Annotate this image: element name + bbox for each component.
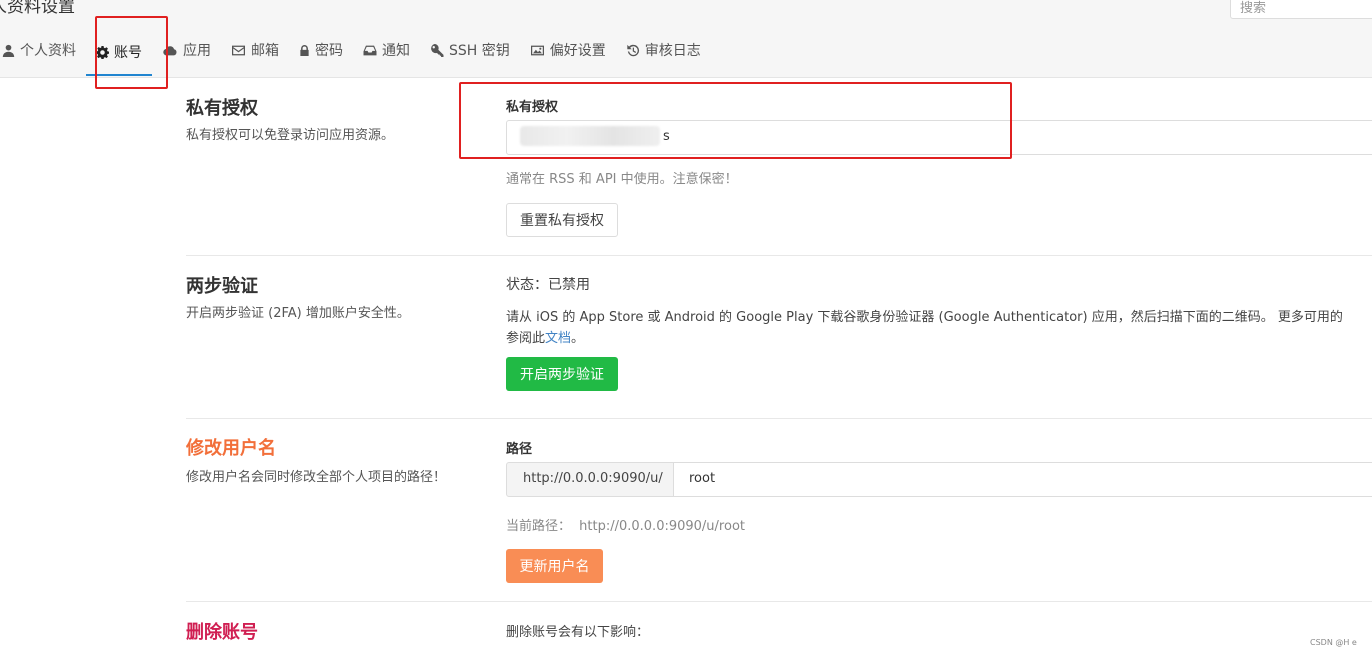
two-factor-docs-line: 参阅此文档。: [506, 327, 584, 346]
tab-label: 邮箱: [251, 43, 279, 59]
two-factor-title: 两步验证: [186, 276, 258, 297]
tab-label: SSH 密钥: [449, 43, 510, 59]
section-divider: [186, 255, 1372, 256]
two-factor-instructions: 请从 iOS 的 App Store 或 Android 的 Google Pl…: [506, 310, 1343, 325]
change-username-description: 修改用户名会同时修改全部个人项目的路径！: [186, 470, 447, 485]
search-input[interactable]: 搜索: [1230, 0, 1372, 19]
section-divider: [186, 601, 1372, 602]
private-token-label: 私有授权: [506, 100, 559, 115]
watermark: CSDN @H e: [1310, 638, 1357, 647]
current-path-value: http://0.0.0.0:9090/u/root: [579, 519, 745, 534]
redacted-token: [520, 126, 660, 146]
tab-audit-log[interactable]: 审核日志: [616, 30, 711, 70]
tab-label: 个人资料: [20, 43, 76, 59]
key-icon: [431, 43, 444, 57]
url-prefix: http://0.0.0.0:9090/u/: [506, 462, 674, 497]
tab-label: 密码: [315, 43, 343, 59]
reset-private-token-button[interactable]: 重置私有授权: [506, 203, 618, 237]
tab-applications[interactable]: 应用: [152, 30, 221, 70]
tab-account[interactable]: 账号: [86, 30, 152, 76]
image-icon: [530, 45, 544, 55]
envelope-icon: [232, 45, 245, 55]
cloud-icon: [163, 45, 177, 55]
docs-link[interactable]: 文档: [545, 331, 571, 346]
lock-icon: [300, 44, 309, 56]
tab-label: 应用: [183, 43, 211, 59]
section-divider: [186, 418, 1372, 419]
history-icon: [627, 44, 639, 56]
change-username-title: 修改用户名: [186, 438, 276, 459]
tab-emails[interactable]: 邮箱: [221, 30, 289, 70]
tab-label: 通知: [382, 43, 410, 59]
settings-tabs: 个人资料 账号 应用 邮箱 密码 通知 SSH 密钥 偏好设置 审核日志: [0, 30, 711, 78]
page-title: 人资料设置: [0, 0, 75, 17]
delete-account-impact: 删除账号会有以下影响：: [506, 625, 650, 640]
current-path: 当前路径： http://0.0.0.0:9090/u/root: [506, 515, 745, 534]
current-path-label: 当前路径：: [506, 519, 572, 534]
tab-label: 偏好设置: [549, 43, 606, 59]
tab-label: 账号: [114, 45, 142, 61]
docs-prefix: 参阅此: [506, 331, 546, 346]
tab-notifications[interactable]: 通知: [353, 30, 420, 70]
enable-two-factor-button[interactable]: 开启两步验证: [506, 357, 618, 391]
tab-ssh-keys[interactable]: SSH 密钥: [420, 30, 520, 70]
delete-account-title: 删除账号: [186, 622, 258, 643]
two-factor-status: 状态：已禁用: [506, 277, 590, 293]
settings-header: 人资料设置 搜索 个人资料 账号 应用 邮箱 密码 通知 SSH 密钥: [0, 0, 1372, 78]
username-input[interactable]: root: [673, 462, 1372, 497]
inbox-icon: [363, 45, 377, 55]
gear-icon: [96, 45, 109, 59]
path-label: 路径: [506, 442, 533, 457]
docs-suffix: 。: [571, 331, 585, 346]
private-token-description: 私有授权可以免登录访问应用资源。: [186, 128, 395, 143]
private-token-value-suffix: s: [663, 129, 670, 144]
tab-preferences[interactable]: 偏好设置: [520, 30, 616, 70]
tab-profile[interactable]: 个人资料: [0, 30, 86, 70]
private-token-title: 私有授权: [186, 98, 258, 119]
update-username-button[interactable]: 更新用户名: [506, 549, 603, 583]
tab-password[interactable]: 密码: [289, 30, 353, 70]
tab-label: 审核日志: [644, 43, 701, 59]
two-factor-description: 开启两步验证 (2FA) 增加账户安全性。: [186, 306, 410, 321]
private-token-hint: 通常在 RSS 和 API 中使用。注意保密！: [506, 172, 738, 187]
user-icon: [2, 44, 15, 57]
